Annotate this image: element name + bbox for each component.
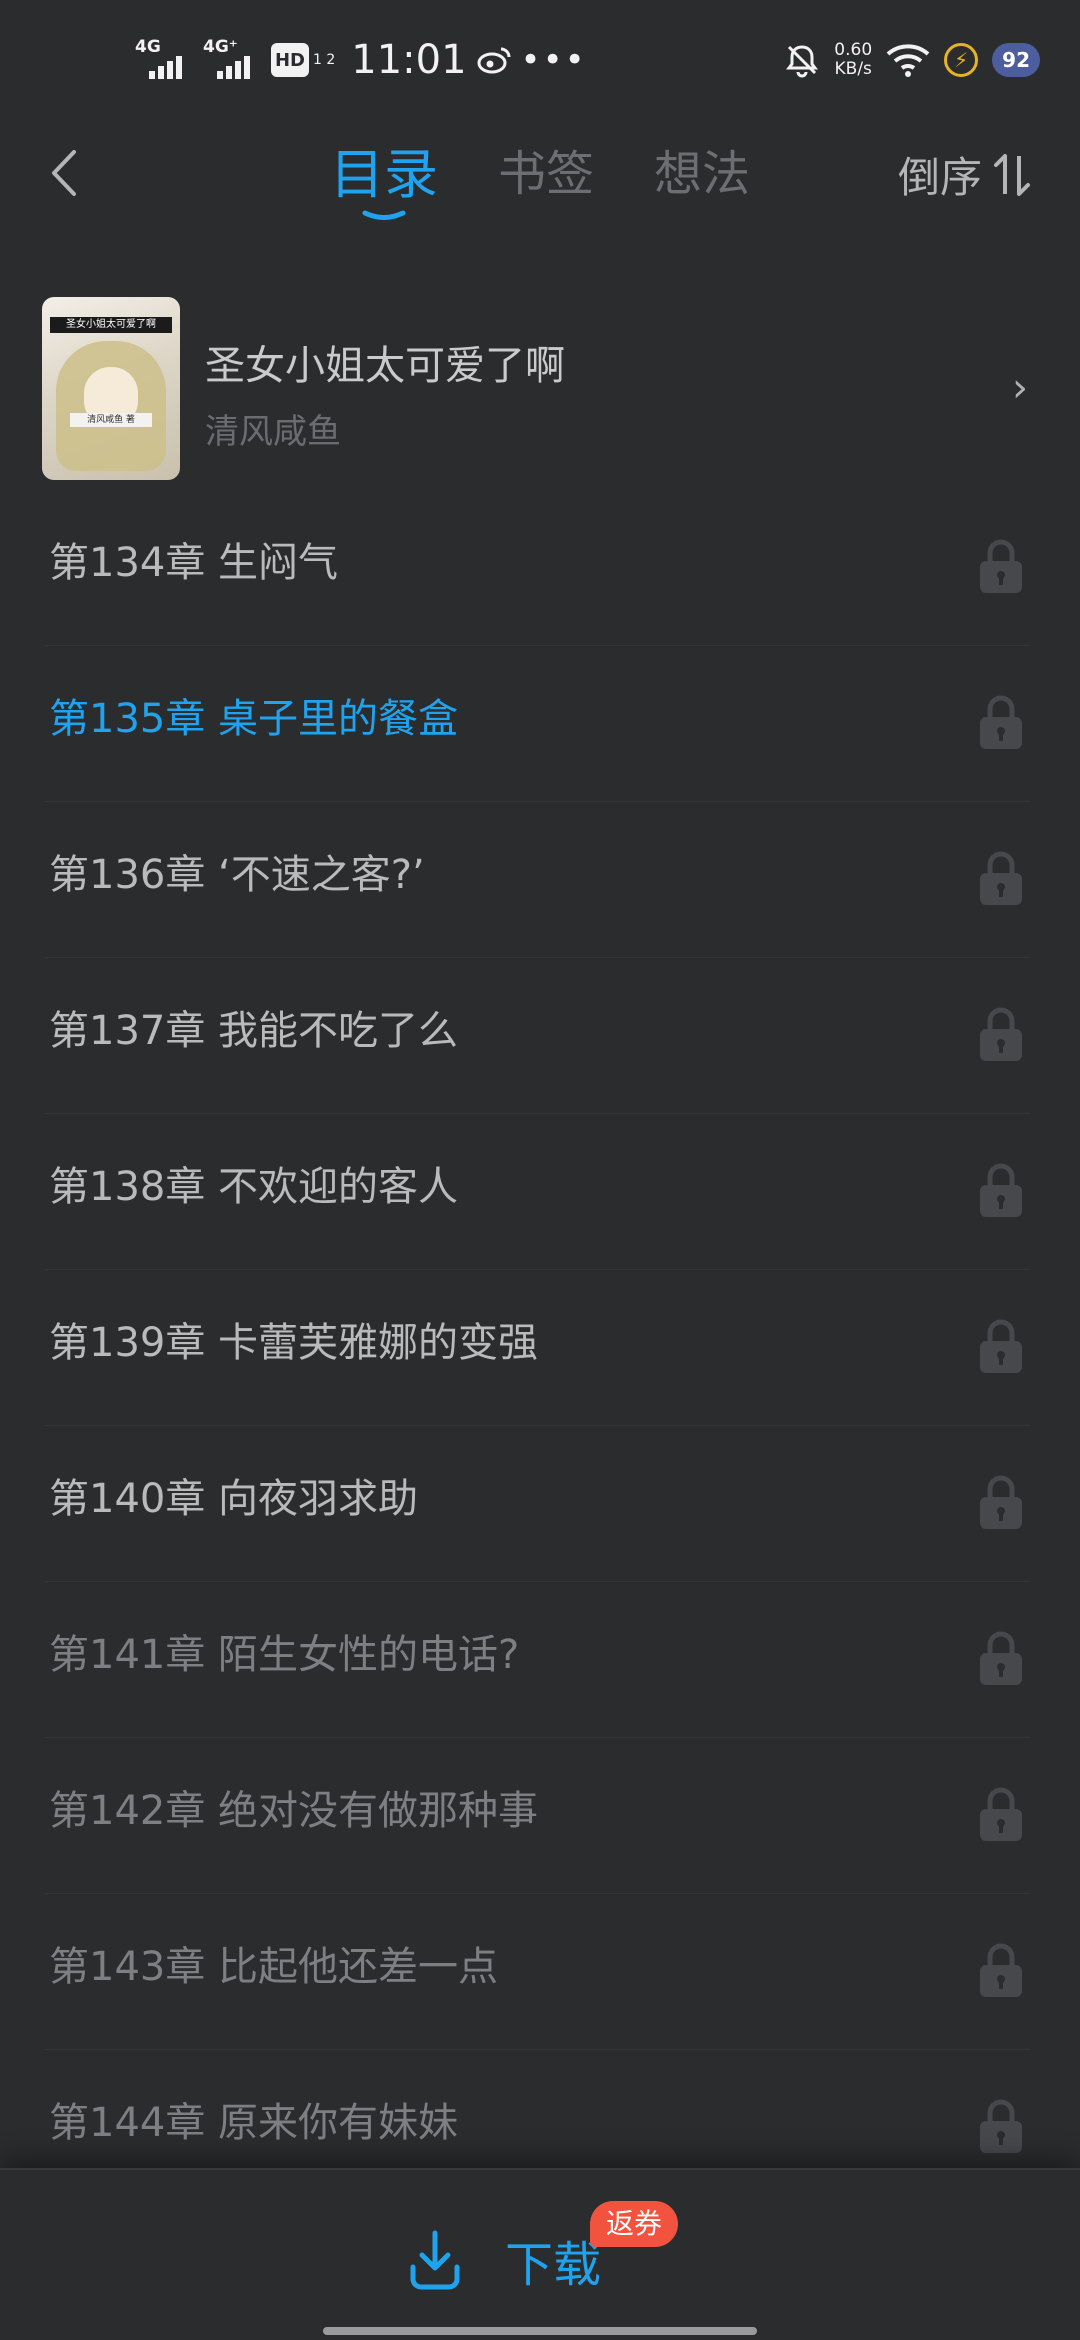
lock-icon — [980, 851, 1022, 905]
lock-icon — [980, 1163, 1022, 1217]
chapter-title: 第138章 不欢迎的客人 — [49, 1164, 459, 1210]
hd-voice-sub: 1 2 — [313, 52, 336, 68]
more-notifications-icon: ••• — [520, 40, 587, 80]
tab-bookmarks-label: 书签 — [498, 146, 595, 202]
lock-icon — [980, 1007, 1022, 1061]
chapter-item[interactable]: 第141章 陌生女性的电话? — [45, 1582, 1030, 1738]
lock-icon — [980, 1631, 1022, 1685]
active-tab-indicator — [362, 210, 406, 220]
sort-arrows-icon — [994, 153, 1030, 196]
back-chevron-icon[interactable] — [40, 138, 90, 208]
book-title: 圣女小姐太可爱了啊 — [205, 343, 565, 389]
chapter-item[interactable]: 第142章 绝对没有做那种事 — [45, 1738, 1030, 1894]
chapter-item[interactable]: 第140章 向夜羽求助 — [45, 1426, 1030, 1582]
lock-icon — [980, 1787, 1022, 1841]
chapter-item[interactable]: 第138章 不欢迎的客人 — [45, 1114, 1030, 1270]
bottom-action-bar: 下载 返券 — [0, 2168, 1080, 2340]
chevron-right-icon: › — [1012, 365, 1028, 411]
tab-catalog-label: 目录 — [330, 143, 438, 206]
tab-catalog[interactable]: 目录 — [330, 130, 438, 220]
chapter-title: 第140章 向夜羽求助 — [49, 1476, 419, 1522]
tab-bookmarks[interactable]: 书签 — [498, 134, 594, 213]
chapter-list: 第134章 生闷气 第135章 桌子里的餐盒 第136章 ‘不速之客?’ 第13… — [45, 490, 1030, 2205]
chapter-item[interactable]: 第143章 比起他还差一点 — [45, 1894, 1030, 2050]
download-label: 下载 — [505, 2237, 602, 2293]
reader-catalog-screen: 4G 4G⁺ HD 1 2 11:01 ••• 0.60 KB/s ⚡ 92 目… — [0, 0, 1080, 2340]
signal-bars-icon — [149, 56, 182, 79]
top-nav: 目录 书签 想法 倒序 — [0, 110, 1080, 240]
network-speed-unit: KB/s — [834, 59, 872, 79]
status-left: 4G 4G⁺ HD 1 2 11:01 ••• — [135, 30, 587, 90]
chapter-title: 第142章 绝对没有做那种事 — [49, 1788, 539, 1834]
weibo-icon — [477, 47, 511, 74]
chapter-title: 第137章 我能不吃了么 — [49, 1008, 459, 1054]
network-type-2: 4G⁺ — [203, 37, 238, 57]
charging-icon: ⚡ — [944, 43, 979, 77]
chapter-title: 第143章 比起他还差一点 — [49, 1944, 499, 1990]
lock-icon — [980, 1943, 1022, 1997]
chapter-item[interactable]: 第139章 卡蕾芙雅娜的变强 — [45, 1270, 1030, 1426]
cover-author-tag: 清风咸鱼 著 — [70, 413, 152, 427]
battery-level: 92 — [992, 43, 1040, 77]
book-author: 清风咸鱼 — [205, 412, 341, 452]
download-icon — [410, 2230, 460, 2290]
chapter-title: 第135章 桌子里的餐盒 — [49, 696, 459, 742]
chapter-item[interactable]: 第135章 桌子里的餐盒 — [45, 646, 1030, 802]
chapter-title: 第136章 ‘不速之客?’ — [49, 852, 425, 898]
lock-icon — [980, 695, 1022, 749]
signal-sim1: 4G — [135, 37, 193, 83]
sort-toggle-button[interactable]: 倒序 — [898, 144, 1032, 205]
network-type-1: 4G — [135, 37, 161, 57]
network-speed-value: 0.60 — [834, 40, 873, 60]
chapter-title: 第134章 生闷气 — [49, 540, 339, 586]
sort-label: 倒序 — [897, 153, 982, 202]
wifi-icon — [886, 44, 930, 77]
tab-thoughts-label: 想法 — [654, 146, 751, 202]
chapter-item[interactable]: 第134章 生闷气 — [45, 490, 1030, 646]
chapter-item[interactable]: 第137章 我能不吃了么 — [45, 958, 1030, 1114]
chapter-title: 第139章 卡蕾芙雅娜的变强 — [49, 1320, 539, 1366]
tab-thoughts[interactable]: 想法 — [654, 134, 750, 213]
coupon-badge: 返券 — [590, 2201, 679, 2247]
cover-title-banner: 圣女小姐太可爱了啊 — [50, 317, 172, 333]
hd-voice-icon: HD — [271, 43, 309, 77]
download-button[interactable]: 下载 — [405, 2225, 601, 2295]
bell-off-icon — [786, 45, 819, 78]
status-right: 0.60 KB/s ⚡ 92 — [784, 30, 1040, 90]
chapter-item[interactable]: 第136章 ‘不速之客?’ — [45, 802, 1030, 958]
status-bar: 4G 4G⁺ HD 1 2 11:01 ••• 0.60 KB/s ⚡ 92 — [0, 0, 1080, 110]
chapter-title: 第144章 原来你有妹妹 — [49, 2100, 459, 2146]
status-clock: 11:01 — [351, 37, 467, 83]
lock-icon — [980, 1475, 1022, 1529]
lock-icon — [980, 539, 1022, 593]
network-speed: 0.60 KB/s — [834, 41, 872, 79]
book-cover-image: 圣女小姐太可爱了啊 清风咸鱼 著 — [42, 297, 180, 480]
tab-bar: 目录 书签 想法 — [330, 134, 750, 220]
lock-icon — [980, 1319, 1022, 1373]
home-indicator[interactable] — [323, 2327, 757, 2335]
signal-sim2: 4G⁺ — [203, 37, 261, 83]
lock-icon — [980, 2099, 1022, 2153]
signal-bars-icon — [217, 56, 250, 79]
book-info-row[interactable]: 圣女小姐太可爱了啊 清风咸鱼 著 圣女小姐太可爱了啊 清风咸鱼 › — [42, 297, 1038, 480]
chapter-title: 第141章 陌生女性的电话? — [49, 1632, 520, 1678]
